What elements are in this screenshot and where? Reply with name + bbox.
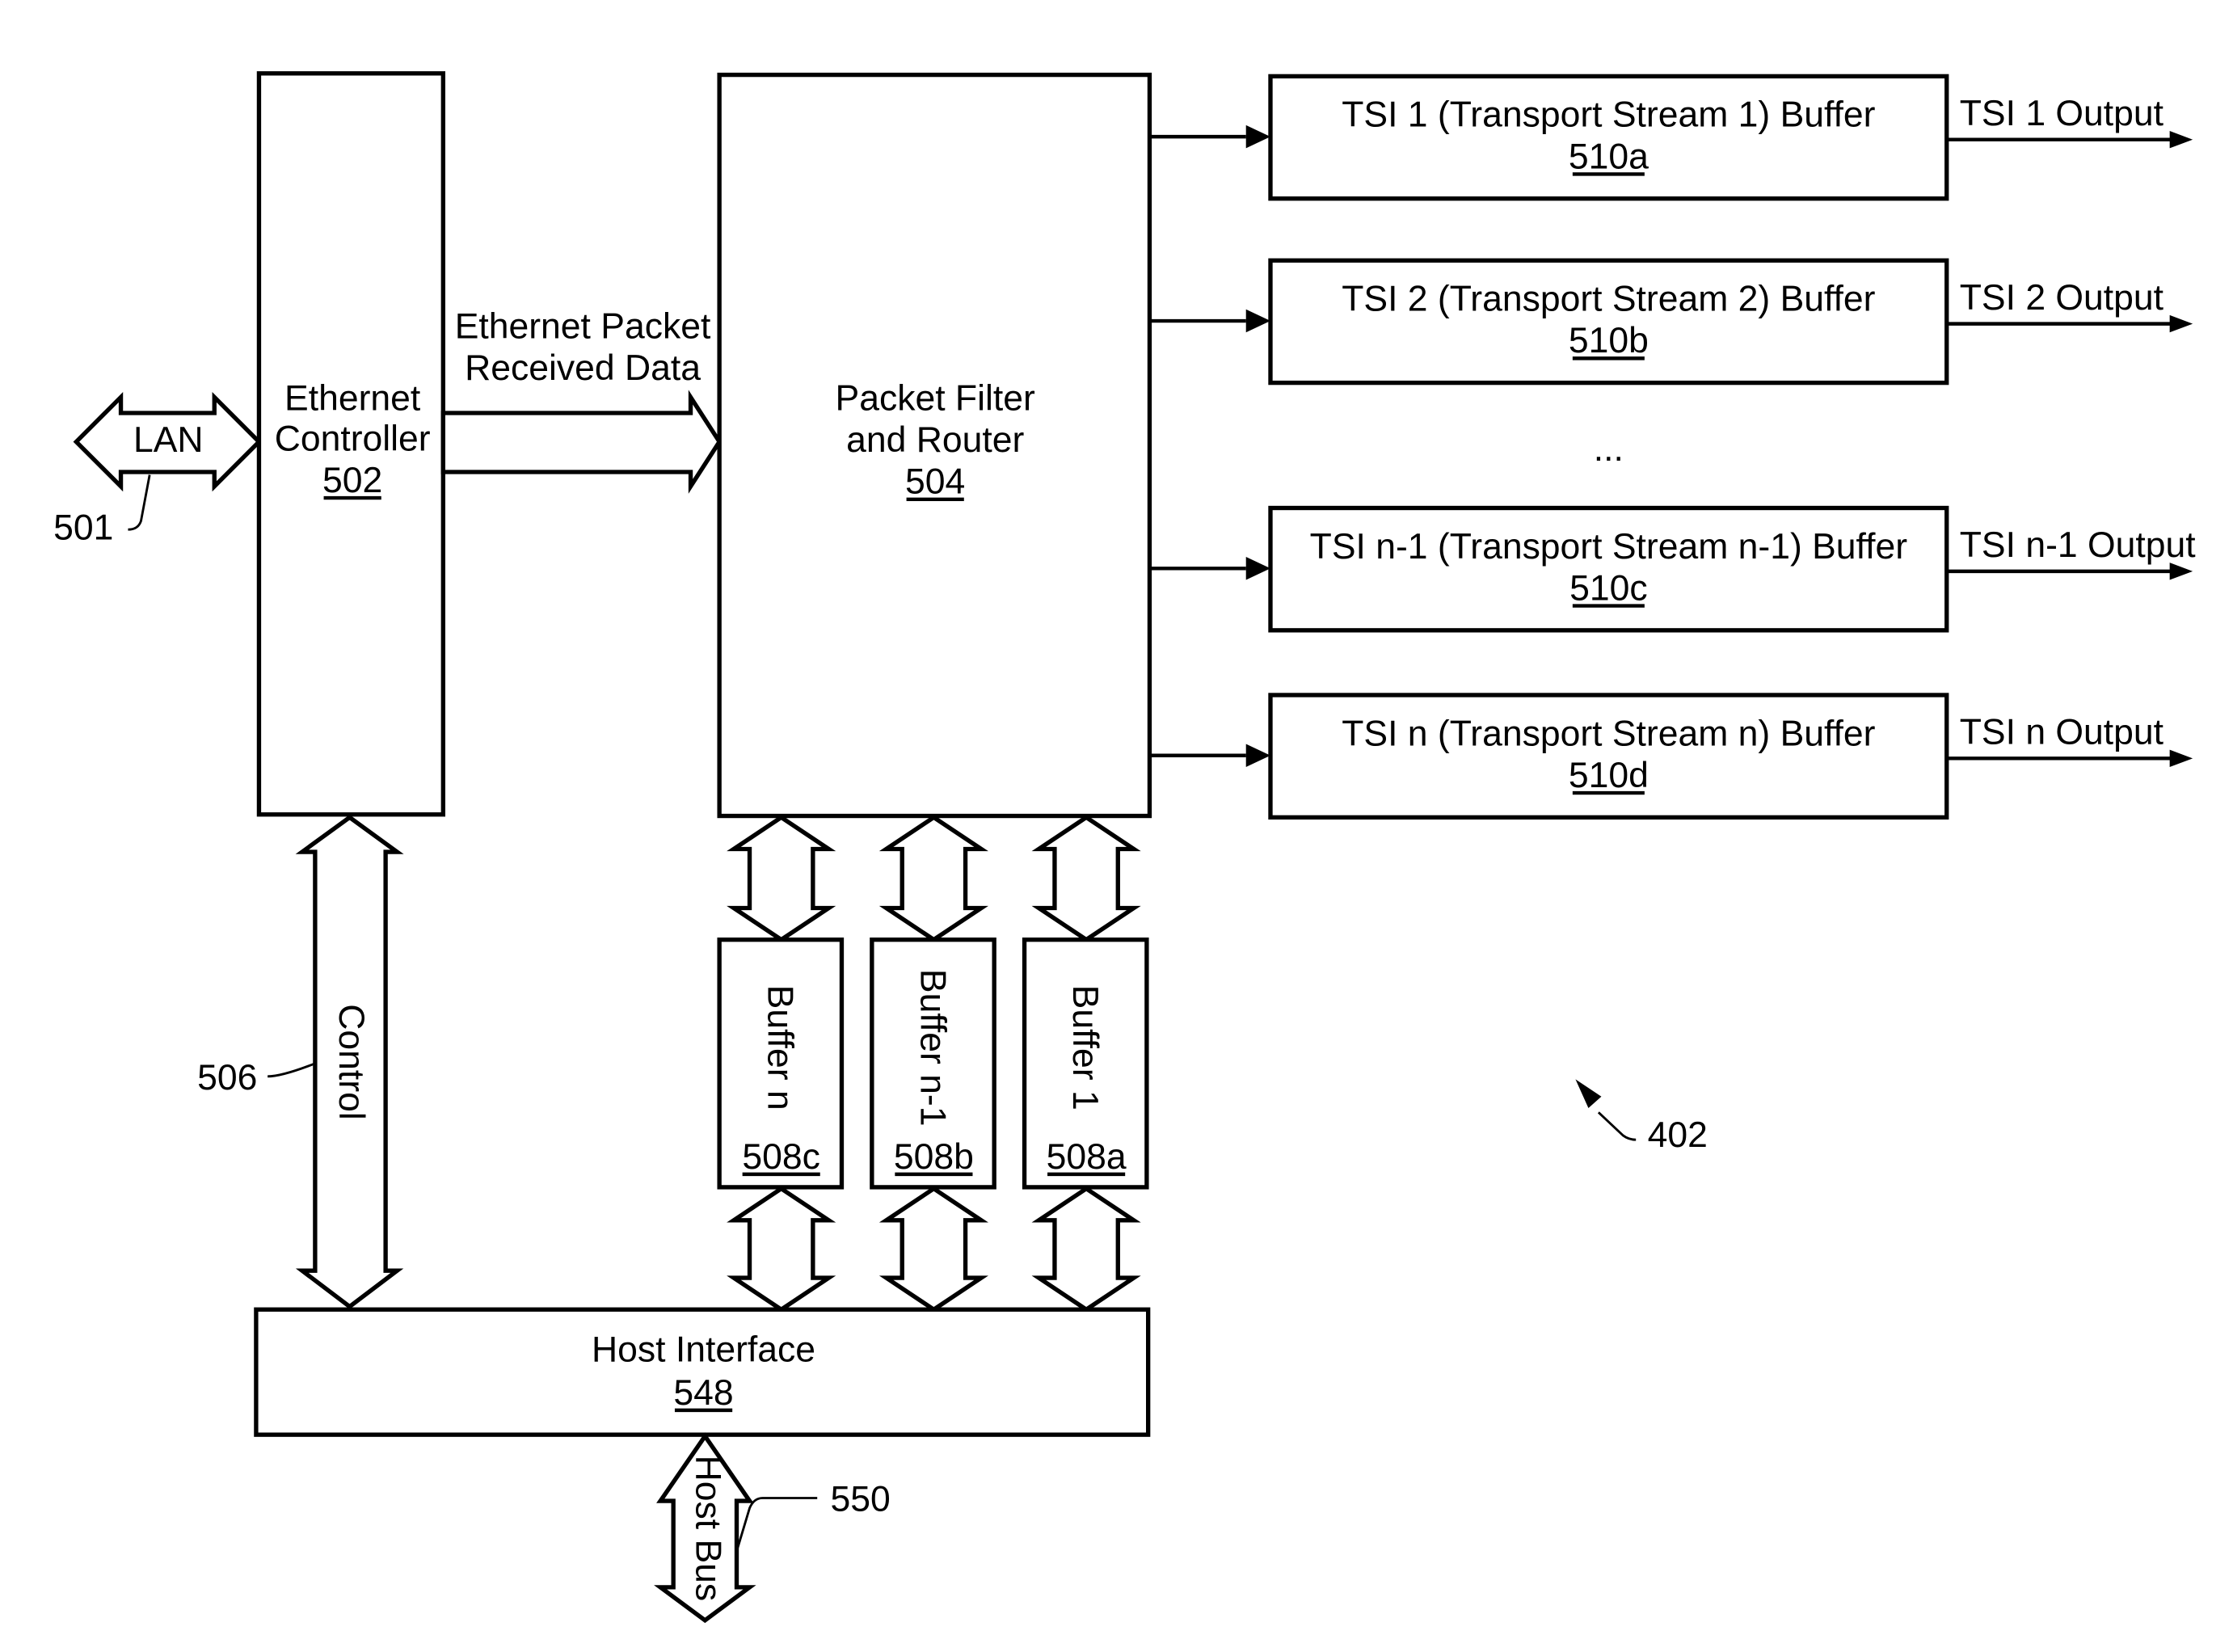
ethernet-packet-label-line2: Received Data: [465, 348, 701, 388]
tsi-buffer-ref: 510a: [1569, 137, 1649, 176]
host-interface-label: Host Interface: [592, 1330, 815, 1369]
tsi-output-label: TSI n Output: [1960, 713, 2164, 752]
tsi-output-label: TSI n-1 Output: [1960, 525, 2196, 565]
buffer-double-arrow: [727, 815, 836, 942]
tsi-buffer-ref: 510b: [1569, 321, 1649, 360]
buffer-ref: 508a: [1047, 1137, 1127, 1177]
host-interface-block: Host Interface 548: [254, 1307, 1151, 1437]
tsi-buffer-row: TSI 2 (Transport Stream 2) Buffer510b TSI…: [1149, 258, 2193, 386]
buffer-label: Buffer 1: [1065, 985, 1105, 1110]
tsi-output-arrowhead: [2169, 749, 2193, 767]
buffer-label: Buffer n: [760, 985, 800, 1110]
tsi-output-label: TSI 2 Output: [1960, 278, 2164, 318]
lan-label: LAN: [133, 420, 204, 460]
tsi-buffer-label: TSI n-1 (Transport Stream n-1) Buffer: [1310, 527, 1908, 567]
tsi-buffer-row: TSI n (Transport Stream n) Buffer510d TSI…: [1149, 693, 2193, 820]
buffer-group: Buffer n 508c Buffer n-1 508b Buffer 1 508a: [717, 815, 1149, 1313]
buffer-double-arrow: [878, 1186, 988, 1313]
ethernet-controller-ref: 502: [322, 461, 382, 500]
buffer-double-arrow: [1031, 1186, 1141, 1313]
host-bus-ref-leader: [735, 1497, 818, 1552]
host-bus-label: Host Bus: [689, 1456, 728, 1602]
buffer-double-arrow: [727, 1186, 836, 1313]
tsi-buffer-row: TSI n-1 (Transport Stream n-1) Buffer510…: [1149, 505, 2196, 633]
ellipsis: ...: [1594, 429, 1624, 469]
lan-ref: 501: [53, 508, 113, 548]
lan-ref-leader: [128, 474, 151, 531]
tsi-buffer-label: TSI n (Transport Stream n) Buffer: [1342, 714, 1875, 753]
tsi-output-label: TSI 1 Output: [1960, 94, 2164, 133]
ethernet-packet-label-line1: Ethernet Packet: [455, 306, 711, 346]
tsi-buffer-label: TSI 1 (Transport Stream 1) Buffer: [1342, 95, 1875, 135]
packet-filter-line1: Packet Filter: [836, 378, 1035, 418]
tsi-input-arrowhead: [1245, 124, 1270, 149]
buffer-block: Buffer n-1 508b: [870, 815, 996, 1313]
ethernet-packet-arrow: [440, 390, 723, 494]
tsi-output-arrowhead: [2169, 563, 2193, 580]
buffer-label: Buffer n-1: [912, 969, 952, 1127]
tsi-output-arrowhead: [2169, 131, 2193, 149]
tsi-input-arrowhead: [1245, 744, 1270, 767]
tsi-buffer-ref: 510d: [1569, 756, 1649, 795]
host-bus-ref: 550: [830, 1480, 890, 1519]
tsi-buffer-group: TSI 1 (Transport Stream 1) Buffer510a TSI…: [1149, 74, 2196, 820]
host-interface-ref: 548: [673, 1373, 733, 1413]
figure-ref-arrowhead: [1575, 1079, 1602, 1108]
buffer-double-arrow: [1031, 815, 1141, 942]
control-ref: 506: [197, 1058, 257, 1098]
control-bus: Control 506: [197, 815, 404, 1310]
host-interface-box: [254, 1307, 1151, 1437]
control-ref-leader: [268, 1062, 316, 1078]
figure-reference: 402: [1575, 1079, 1708, 1155]
ethernet-controller-line1: Ethernet: [284, 378, 421, 418]
buffer-block: Buffer n 508c: [717, 815, 845, 1313]
buffer-block: Buffer 1 508a: [1022, 815, 1149, 1313]
tsi-buffer-row: TSI 1 (Transport Stream 1) Buffer510a TSI…: [1149, 74, 2193, 201]
packet-filter-line2: and Router: [846, 420, 1024, 460]
lan-bus: LAN 501: [53, 391, 263, 548]
tsi-buffer-ref: 510c: [1569, 568, 1647, 608]
figure-ref-label: 402: [1648, 1115, 1708, 1155]
tsi-input-arrowhead: [1245, 309, 1270, 333]
buffer-ref: 508b: [894, 1137, 974, 1177]
ethernet-controller-block: Ethernet Controller 502: [256, 71, 445, 817]
tsi-output-arrowhead: [2169, 314, 2193, 333]
block-diagram: LAN 501 Ethernet Controller 502 Ethernet…: [53, 71, 2196, 1624]
control-label: Control: [331, 1004, 371, 1119]
ethernet-packet-bus: Ethernet Packet Received Data: [440, 306, 723, 494]
tsi-input-arrowhead: [1245, 557, 1270, 580]
packet-filter-block: Packet Filter and Router 504: [717, 72, 1152, 819]
packet-filter-ref: 504: [905, 462, 965, 502]
buffer-double-arrow: [878, 815, 988, 942]
buffer-ref: 508c: [742, 1137, 819, 1177]
tsi-buffer-label: TSI 2 (Transport Stream 2) Buffer: [1342, 280, 1875, 319]
figure-ref-leader: [1597, 1111, 1637, 1141]
host-bus: Host Bus 550: [654, 1432, 891, 1624]
ethernet-controller-line2: Controller: [275, 419, 431, 458]
